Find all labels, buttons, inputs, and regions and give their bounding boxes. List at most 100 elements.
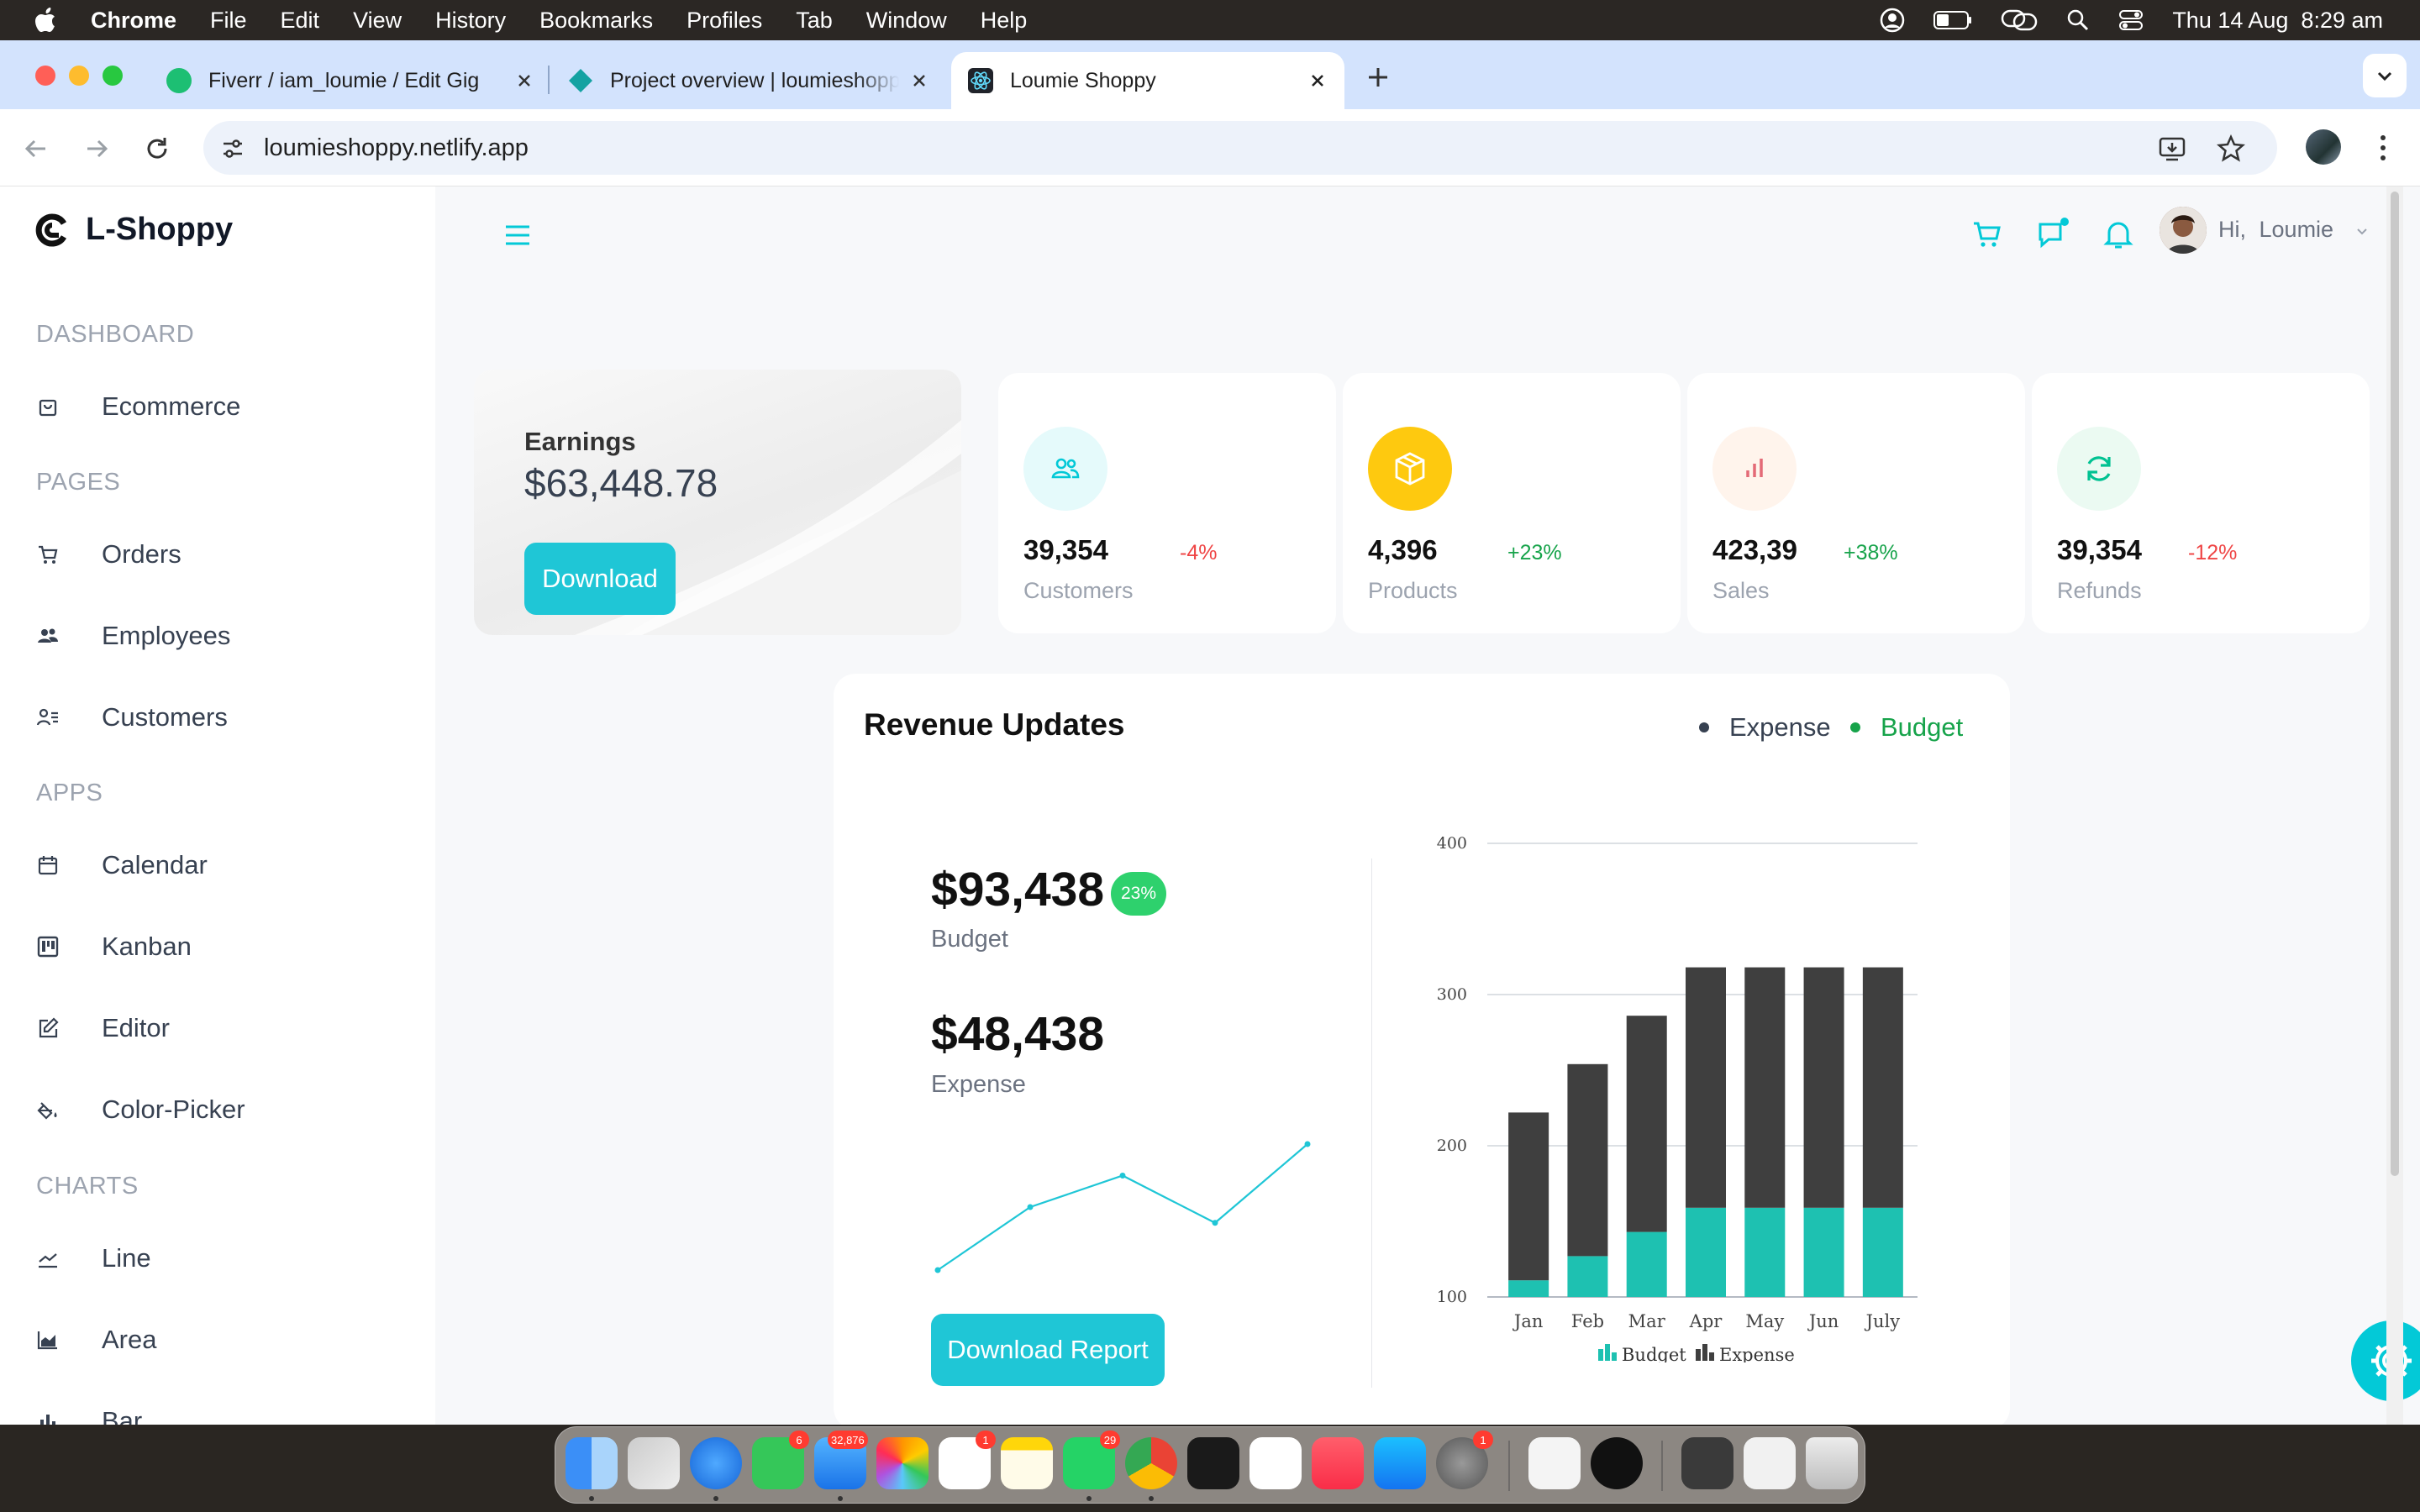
trash-icon[interactable] xyxy=(1806,1437,1858,1489)
menu-edit[interactable]: Edit xyxy=(281,8,320,34)
tab-search-button[interactable] xyxy=(2363,54,2407,97)
bar-budget[interactable] xyxy=(1686,1207,1726,1297)
sidebar-item-orders[interactable]: Orders xyxy=(36,529,406,580)
bar-budget[interactable] xyxy=(1626,1231,1667,1297)
site-settings-icon[interactable] xyxy=(220,136,245,161)
menu-history[interactable]: History xyxy=(435,8,506,34)
sidebar-item-kanban[interactable]: Kanban xyxy=(36,921,406,972)
browser-tab[interactable]: Project overview | loumieshoppy xyxy=(568,52,931,109)
chart-legend-item[interactable]: Budget xyxy=(1598,1344,1686,1362)
forward-arrow-icon[interactable] xyxy=(82,134,111,163)
recent-window-thumbnail[interactable] xyxy=(1681,1437,1733,1489)
chrome-app-icon[interactable] xyxy=(1125,1437,1177,1489)
recent-window-thumbnail[interactable] xyxy=(1744,1437,1796,1489)
brand-logo[interactable]: L-Shoppy xyxy=(35,212,233,248)
chat-icon[interactable] xyxy=(2035,217,2070,252)
sidebar-item-employees[interactable]: Employees xyxy=(36,611,406,661)
window-zoom-button[interactable] xyxy=(103,66,123,86)
hamburger-menu-icon[interactable] xyxy=(502,220,533,250)
sidebar-item-ecommerce[interactable]: Ecommerce xyxy=(36,381,406,432)
bar-expense[interactable] xyxy=(1567,1063,1608,1257)
screen-mirroring-icon[interactable] xyxy=(2001,8,2038,32)
sidebar-item-label: Calendar xyxy=(102,850,208,879)
menu-app-name[interactable]: Chrome xyxy=(91,8,176,34)
back-arrow-icon[interactable] xyxy=(22,134,50,163)
bar-expense[interactable] xyxy=(1626,1016,1667,1232)
sidebar-item-customers[interactable]: Customers xyxy=(36,692,406,743)
scrollbar-thumb[interactable] xyxy=(2391,192,2399,1176)
bar-expense[interactable] xyxy=(1862,967,1903,1208)
menu-bookmarks[interactable]: Bookmarks xyxy=(539,8,653,34)
address-bar[interactable]: loumieshoppy.netlify.app xyxy=(203,121,2277,175)
user-avatar[interactable] xyxy=(2160,207,2207,254)
window-minimize-button[interactable] xyxy=(69,66,89,86)
bookmark-star-icon[interactable] xyxy=(2217,134,2245,163)
more-menu-icon[interactable] xyxy=(2375,133,2391,163)
photos-app-icon[interactable] xyxy=(876,1437,929,1489)
stat-icon-circle[interactable] xyxy=(1368,427,1452,511)
reload-icon[interactable] xyxy=(143,134,171,163)
sidebar-item-line[interactable]: Line xyxy=(36,1233,406,1284)
browser-tab[interactable]: Fiverr / iam_loumie / Edit Gig xyxy=(166,52,536,109)
new-tab-plus-icon[interactable] xyxy=(1365,64,1392,91)
profile-avatar-icon[interactable] xyxy=(2306,129,2341,165)
sidebar-item-bar[interactable]: Bar xyxy=(36,1396,406,1425)
battery-icon[interactable] xyxy=(1933,10,1972,30)
menu-profiles[interactable]: Profiles xyxy=(687,8,762,34)
bar-budget[interactable] xyxy=(1567,1256,1608,1297)
sidebar-item-color-picker[interactable]: Color-Picker xyxy=(36,1084,406,1135)
user-account-icon[interactable] xyxy=(1880,8,1905,33)
notification-bell-icon[interactable] xyxy=(2101,217,2136,252)
menu-tab[interactable]: Tab xyxy=(796,8,833,34)
menu-help[interactable]: Help xyxy=(981,8,1028,34)
sidebar-item-area[interactable]: Area xyxy=(36,1315,406,1365)
bar-budget[interactable] xyxy=(1803,1207,1844,1297)
menu-view[interactable]: View xyxy=(353,8,402,34)
tab-close-icon[interactable] xyxy=(513,69,536,92)
menu-clock[interactable]: Thu 14 Aug 8:29 am xyxy=(2172,8,2383,34)
bar-expense[interactable] xyxy=(1508,1112,1549,1281)
sidebar-item-calendar[interactable]: Calendar xyxy=(36,840,406,890)
vector-app-icon[interactable] xyxy=(1187,1437,1239,1489)
bar-budget[interactable] xyxy=(1508,1280,1549,1297)
menu-window[interactable]: Window xyxy=(866,8,947,34)
control-center-icon[interactable] xyxy=(2118,8,2144,32)
window-close-button[interactable] xyxy=(35,66,55,86)
install-app-icon[interactable] xyxy=(2158,134,2186,163)
spotlight-search-icon[interactable] xyxy=(2066,8,2090,32)
bar-expense[interactable] xyxy=(1744,967,1786,1208)
notes-app-icon[interactable] xyxy=(1001,1437,1053,1489)
user-greeting[interactable]: Hi, Loumie xyxy=(2218,217,2369,243)
bar-budget[interactable] xyxy=(1862,1207,1903,1297)
download-button[interactable]: Download xyxy=(524,543,676,615)
chart-legend-item[interactable]: Expense xyxy=(1696,1344,1795,1362)
browser-tab-active[interactable]: Loumie Shoppy xyxy=(951,52,1344,109)
legend-swatch xyxy=(1696,1349,1701,1361)
safari-app-icon[interactable] xyxy=(690,1437,742,1489)
clock-app-icon[interactable] xyxy=(1591,1437,1643,1489)
bar-expense[interactable] xyxy=(1686,967,1726,1208)
vscode-app-icon[interactable] xyxy=(1249,1437,1302,1489)
menu-file[interactable]: File xyxy=(210,8,247,34)
page-scrollbar[interactable] xyxy=(2386,186,2403,1425)
notification-badge: 29 xyxy=(1100,1431,1120,1449)
bar-budget[interactable] xyxy=(1744,1207,1786,1297)
launchpad-app-icon[interactable] xyxy=(628,1437,680,1489)
bar-expense[interactable] xyxy=(1803,967,1844,1208)
cart-icon[interactable] xyxy=(1970,217,2005,252)
app-store-icon[interactable] xyxy=(1374,1437,1426,1489)
preview-app-icon[interactable] xyxy=(1528,1437,1581,1489)
apple-logo-icon[interactable] xyxy=(34,7,59,34)
stat-icon-circle[interactable] xyxy=(2057,427,2141,511)
theme-settings-button[interactable] xyxy=(2351,1320,2420,1401)
tab-close-icon[interactable] xyxy=(908,69,931,92)
tab-close-icon[interactable] xyxy=(1306,69,1329,92)
finder-app-icon[interactable] xyxy=(566,1437,618,1489)
stat-icon-circle[interactable] xyxy=(1023,427,1107,511)
music-app-icon[interactable] xyxy=(1312,1437,1364,1489)
y-tick-label: 100 xyxy=(1437,1288,1467,1306)
download-report-button[interactable]: Download Report xyxy=(931,1314,1165,1386)
sidebar-item-editor[interactable]: Editor xyxy=(36,1003,406,1053)
stat-icon-circle[interactable] xyxy=(1712,427,1797,511)
tab-title: Project overview | loumieshoppy xyxy=(610,68,899,92)
